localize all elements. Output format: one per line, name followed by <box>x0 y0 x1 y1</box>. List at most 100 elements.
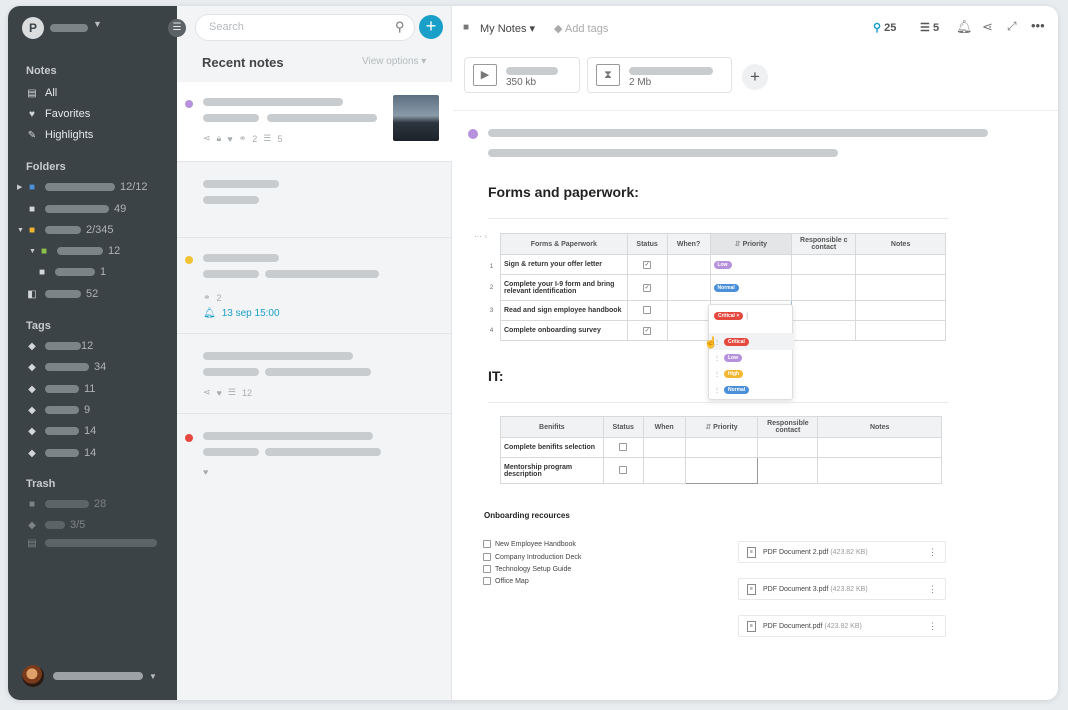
tag-icon: ◆ <box>28 425 36 437</box>
table-cell[interactable]: Mentorship program description <box>500 457 604 484</box>
folder-selector[interactable]: My Notes ▾ <box>480 22 535 35</box>
list-item[interactable]: ⋖ ♥ ☰ 12 <box>177 334 452 414</box>
notes-list: Search ⚲ + Recent notes View options ▾ ⋖… <box>177 6 452 700</box>
tasks-counter[interactable]: ☰ 5 <box>920 21 939 34</box>
sidebar-tag[interactable]: ◆ 12 <box>26 338 93 354</box>
checkbox-checked[interactable]: ✓ <box>643 260 652 269</box>
checkbox-unchecked[interactable] <box>619 442 628 451</box>
dropdown-option-low[interactable]: ⋮ Low <box>714 352 742 364</box>
dropdown-selected[interactable]: Critical × | <box>714 310 748 322</box>
more-icon[interactable]: ⋮ <box>928 584 937 595</box>
chevron-right-icon[interactable]: ▶ <box>17 183 22 191</box>
tag-icon: ◆ <box>28 361 36 373</box>
trash-section-title: Trash <box>26 478 56 490</box>
sidebar-tag[interactable]: ◆ 14 <box>26 445 96 461</box>
sidebar-tag[interactable]: ◆ 14 <box>26 423 96 439</box>
priority-badge[interactable]: Low <box>713 260 732 269</box>
sidebar-folder[interactable]: ▼ ■ 2/345 <box>17 222 114 238</box>
sidebar-tag[interactable]: ◆ 9 <box>26 402 90 418</box>
add-attachment-button[interactable]: + <box>742 64 768 90</box>
chevron-down-icon[interactable]: ▼ <box>93 19 102 29</box>
account-name[interactable] <box>50 24 88 32</box>
list-item[interactable]: ⚭ 2 🔔︎ 13 sep 15:00 <box>177 238 452 334</box>
pdf-attachment[interactable]: ≡ PDF Document.pdf (423.82 KB) ⋮ <box>738 615 946 637</box>
checkbox-unchecked[interactable] <box>619 465 628 474</box>
trash-notes[interactable]: ▤ <box>26 535 157 551</box>
resource-checklist-item[interactable]: Technology Setup Guide <box>483 565 571 573</box>
note-thumbnail <box>393 95 439 141</box>
resource-checklist-item[interactable]: Office Map <box>483 577 529 585</box>
note-title[interactable] <box>488 129 988 137</box>
checkbox-unchecked[interactable] <box>483 540 491 548</box>
pdf-attachment[interactable]: ≡ PDF Document 3.pdf (423.82 KB) ⋮ <box>738 578 946 600</box>
chevron-down-icon[interactable]: ▼ <box>17 227 24 234</box>
table-handle-icon[interactable]: ⋯ ◦ <box>474 232 487 241</box>
trash-folders[interactable]: ■ 28 <box>26 496 106 512</box>
priority-badge[interactable]: Normal <box>713 283 739 292</box>
pdf-file-icon: ≡ <box>747 620 756 632</box>
attachments-counter[interactable]: ⚲ 25 <box>873 21 896 34</box>
more-icon[interactable]: ••• <box>1031 18 1045 33</box>
sidebar-item-highlights[interactable]: ✎ Highlights <box>26 127 94 143</box>
table-cell[interactable]: Sign & return your offer letter <box>500 254 628 275</box>
account-avatar[interactable]: P <box>22 17 44 39</box>
sidebar-tag[interactable]: ◆ 34 <box>26 359 106 375</box>
folder-icon: ■ <box>28 203 36 215</box>
archive-file-icon: ⧗ <box>596 64 620 86</box>
note-color-dot[interactable] <box>468 129 478 139</box>
more-icon[interactable]: ⋮ <box>928 621 937 632</box>
search-input[interactable]: Search <box>195 14 415 41</box>
it-table: Benifits Status When ⇵ Priority Responsi… <box>500 416 942 484</box>
checkbox-checked[interactable]: ✓ <box>643 283 652 292</box>
chevron-down-icon[interactable]: ▼ <box>29 248 36 255</box>
list-item[interactable]: ⋖ 🔒︎ ♥ ⚭ 2 ☰ 5 <box>177 82 452 162</box>
dropdown-option-normal[interactable]: ⋮ Normal <box>714 384 750 396</box>
sidebar-folder[interactable]: ▶ ■ 12/12 <box>17 179 148 195</box>
checkbox-checked[interactable]: ✓ <box>643 326 652 335</box>
reminder-badge[interactable]: 🔔︎ 13 sep 15:00 <box>203 308 280 319</box>
priority-dropdown[interactable]: Critical × | ⋮ Critical ⋮ Low ⋮ High ⋮ Normal <box>708 304 794 400</box>
note-icon: ▤ <box>27 537 37 549</box>
sidebar-folder[interactable]: ◧ 52 <box>26 286 98 302</box>
sidebar-folder[interactable]: ▼ ■ 12 <box>29 243 120 259</box>
add-note-button[interactable]: + <box>419 15 443 39</box>
sidebar-item-favorites[interactable]: ♥ Favorites <box>26 106 90 122</box>
view-options-dropdown[interactable]: View options ▾ <box>362 56 426 67</box>
attachment-video[interactable]: ▶ 350 kb <box>464 57 580 93</box>
checkbox-unchecked[interactable] <box>483 577 491 585</box>
list-item[interactable] <box>177 162 452 238</box>
user-profile[interactable]: ▼ <box>22 665 157 687</box>
search-icon[interactable]: ⚲ <box>395 19 405 35</box>
pdf-attachment[interactable]: ≡ PDF Document 2.pdf (423.82 KB) ⋮ <box>738 541 946 563</box>
sidebar-folder[interactable]: ■ 49 <box>26 201 126 217</box>
dropdown-option-high[interactable]: ⋮ High <box>714 368 744 380</box>
resources-heading: Onboarding recources <box>484 511 570 520</box>
attachment-archive[interactable]: ⧗ 2 Mb <box>587 57 732 93</box>
share-icon[interactable]: ⋖ <box>982 19 993 35</box>
table-cell[interactable]: Complete onboarding survey <box>500 320 628 341</box>
checkbox-unchecked[interactable] <box>483 553 491 561</box>
bell-icon: 🔔︎ <box>203 308 216 319</box>
sidebar-tag[interactable]: ◆ 11 <box>26 381 95 397</box>
trash-tags[interactable]: ◆ 3/5 <box>26 517 85 533</box>
table-cell[interactable]: Complete your I-9 form and bring relevan… <box>500 274 628 301</box>
dropdown-option-critical[interactable]: ⋮ Critical <box>714 336 749 348</box>
table-cell[interactable]: Complete benifits selection <box>500 437 604 458</box>
resource-checklist-item[interactable]: Company Introduction Deck <box>483 553 581 561</box>
folders-section-title: Folders <box>26 161 66 173</box>
heart-icon: ♥ <box>203 467 209 477</box>
sidebar-folder[interactable]: ■ 1 <box>36 264 106 280</box>
resource-checklist-item[interactable]: New Employee Handbook <box>483 540 576 548</box>
paperclip-icon: ⚲ <box>873 22 882 34</box>
add-tags-button[interactable]: ◆ Add tags <box>554 22 608 35</box>
checkbox-unchecked[interactable] <box>643 305 652 314</box>
table-cell[interactable]: Read and sign employee handbook <box>500 300 628 321</box>
sidebar-item-all[interactable]: ▤ All <box>26 85 57 101</box>
list-item[interactable]: ♥ <box>177 414 452 494</box>
bell-icon[interactable]: 🔔︎ <box>956 19 973 35</box>
lock-icon: 🔒︎ <box>216 133 222 143</box>
expand-icon[interactable]: ⤢ <box>1007 19 1017 34</box>
menu-toggle-button[interactable]: ☰ <box>168 19 186 37</box>
more-icon[interactable]: ⋮ <box>928 547 937 558</box>
checkbox-unchecked[interactable] <box>483 565 491 573</box>
